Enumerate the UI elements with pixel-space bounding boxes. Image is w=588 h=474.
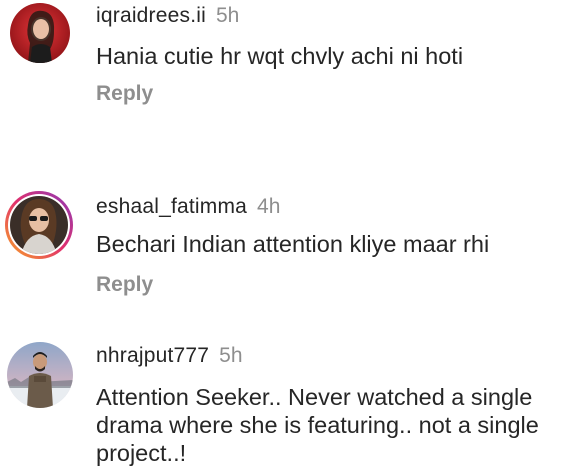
username[interactable]: nhrajput777 (96, 344, 209, 367)
comment-text: Hania cutie hr wqt chvly achi ni hoti (96, 43, 464, 69)
username[interactable]: iqraidrees.ii (96, 4, 206, 27)
comment-meta: nhrajput777 5h (96, 344, 243, 368)
profile-photo-icon (7, 342, 73, 408)
comment-meta: eshaal_fatimma 4h (96, 195, 280, 219)
timestamp: 5h (219, 344, 243, 367)
avatar[interactable] (10, 3, 70, 63)
reply-button[interactable]: Reply (96, 273, 153, 297)
comment-meta: iqraidrees.ii 5h (96, 4, 239, 28)
comment-text: Bechari Indian attention kliye maar rhi (96, 231, 490, 257)
timestamp: 5h (215, 4, 240, 27)
avatar[interactable] (4, 190, 74, 260)
profile-photo-icon (10, 3, 70, 63)
comment-text: Attention Seeker.. Never watched a singl… (96, 384, 539, 466)
timestamp: 4h (257, 195, 281, 218)
profile-photo-icon (5, 191, 73, 259)
avatar[interactable] (7, 342, 73, 408)
username[interactable]: eshaal_fatimma (96, 195, 247, 218)
reply-button[interactable]: Reply (96, 82, 153, 106)
